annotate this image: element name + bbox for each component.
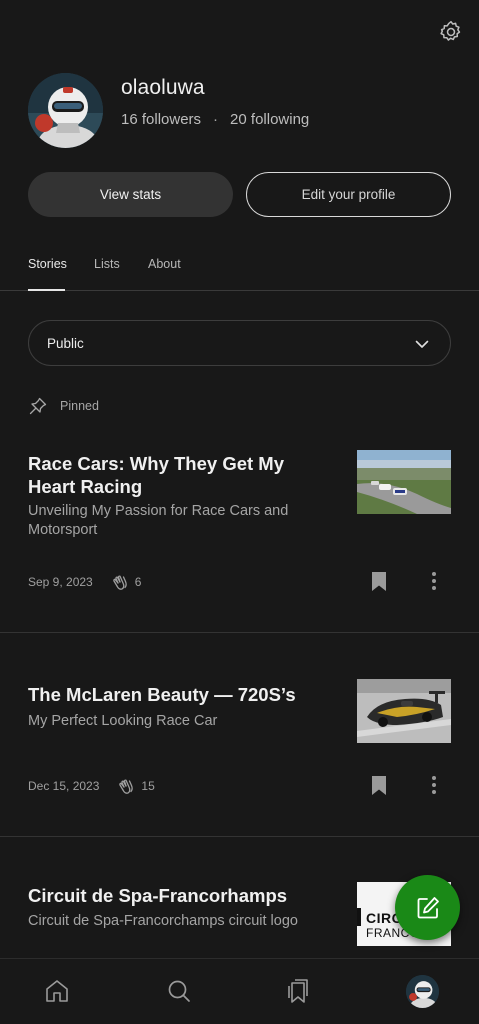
nav-search[interactable] bbox=[165, 977, 193, 1005]
nav-profile-avatar[interactable] bbox=[406, 975, 439, 1008]
active-tab-indicator bbox=[28, 289, 65, 291]
tab-about[interactable]: About bbox=[148, 257, 181, 271]
followers-link[interactable]: 16 followers bbox=[121, 111, 201, 128]
clap-icon bbox=[112, 575, 127, 590]
story-subtitle: Unveiling My Passion for Race Cars and M… bbox=[28, 503, 289, 538]
profile-tabs: Stories Lists About bbox=[0, 250, 479, 291]
more-options-button[interactable] bbox=[426, 774, 442, 796]
story-claps: 6 bbox=[111, 573, 142, 591]
view-stats-button[interactable]: View stats bbox=[28, 172, 233, 217]
profile-username: olaoluwa bbox=[121, 76, 205, 99]
story-subtitle: Circuit de Spa-Francorchamps circuit log… bbox=[28, 913, 298, 929]
dropdown-selected-value: Public bbox=[47, 335, 84, 351]
bottom-navigation bbox=[0, 958, 479, 1024]
clap-count: 15 bbox=[141, 779, 155, 793]
dot-icon bbox=[432, 579, 436, 583]
dot-icon bbox=[432, 790, 436, 794]
clap-icon bbox=[119, 779, 134, 794]
chevron-down-icon bbox=[415, 340, 429, 348]
story-divider bbox=[0, 836, 479, 837]
story-meta: Sep 9, 2023 6 bbox=[28, 573, 141, 591]
pinned-label: Pinned bbox=[60, 399, 99, 413]
home-icon bbox=[46, 980, 68, 1002]
story-claps: 15 bbox=[117, 777, 155, 795]
following-link[interactable]: 20 following bbox=[230, 111, 309, 128]
dot-icon bbox=[432, 572, 436, 576]
gear-icon bbox=[440, 20, 461, 41]
clap-count: 6 bbox=[134, 575, 142, 589]
story-date: Dec 15, 2023 bbox=[28, 779, 100, 793]
edit-icon bbox=[417, 896, 439, 918]
tab-stories[interactable]: Stories bbox=[28, 257, 67, 271]
follow-stats: 16 followers · 20 following bbox=[121, 111, 309, 128]
tab-lists[interactable]: Lists bbox=[94, 257, 120, 271]
edit-profile-button[interactable]: Edit your profile bbox=[246, 172, 451, 217]
pin-icon bbox=[29, 397, 47, 415]
bookmark-button[interactable] bbox=[369, 774, 389, 796]
story-thumbnail[interactable] bbox=[357, 679, 451, 743]
story-subtitle: My Perfect Looking Race Car bbox=[28, 713, 218, 729]
story-title[interactable]: Circuit de Spa-Francorhamps bbox=[28, 884, 333, 907]
more-options-button[interactable] bbox=[426, 570, 442, 592]
story-thumbnail[interactable] bbox=[357, 450, 451, 514]
nav-library[interactable] bbox=[284, 977, 312, 1005]
separator-dot: · bbox=[213, 111, 219, 128]
visibility-filter-dropdown[interactable]: Public bbox=[28, 320, 451, 366]
story-title[interactable]: Race Cars: Why They Get My Heart Racing bbox=[28, 452, 333, 498]
bookmark-button[interactable] bbox=[369, 570, 389, 592]
story-date: Sep 9, 2023 bbox=[28, 575, 93, 589]
bookmark-icon bbox=[372, 572, 386, 591]
story-meta: Dec 15, 2023 15 bbox=[28, 777, 155, 795]
search-icon bbox=[168, 980, 190, 1002]
pinned-indicator: Pinned bbox=[28, 396, 99, 416]
nav-home[interactable] bbox=[43, 977, 71, 1005]
settings-button[interactable] bbox=[436, 17, 466, 47]
profile-avatar[interactable] bbox=[28, 73, 103, 148]
story-title[interactable]: The McLaren Beauty — 720S’s bbox=[28, 683, 333, 706]
dot-icon bbox=[432, 783, 436, 787]
story-divider bbox=[0, 632, 479, 633]
logo-bar bbox=[357, 908, 361, 926]
write-story-button[interactable] bbox=[395, 875, 460, 940]
bookmark-icon bbox=[372, 776, 386, 795]
dot-icon bbox=[432, 776, 436, 780]
bookmarks-icon bbox=[288, 979, 308, 1003]
dot-icon bbox=[432, 586, 436, 590]
